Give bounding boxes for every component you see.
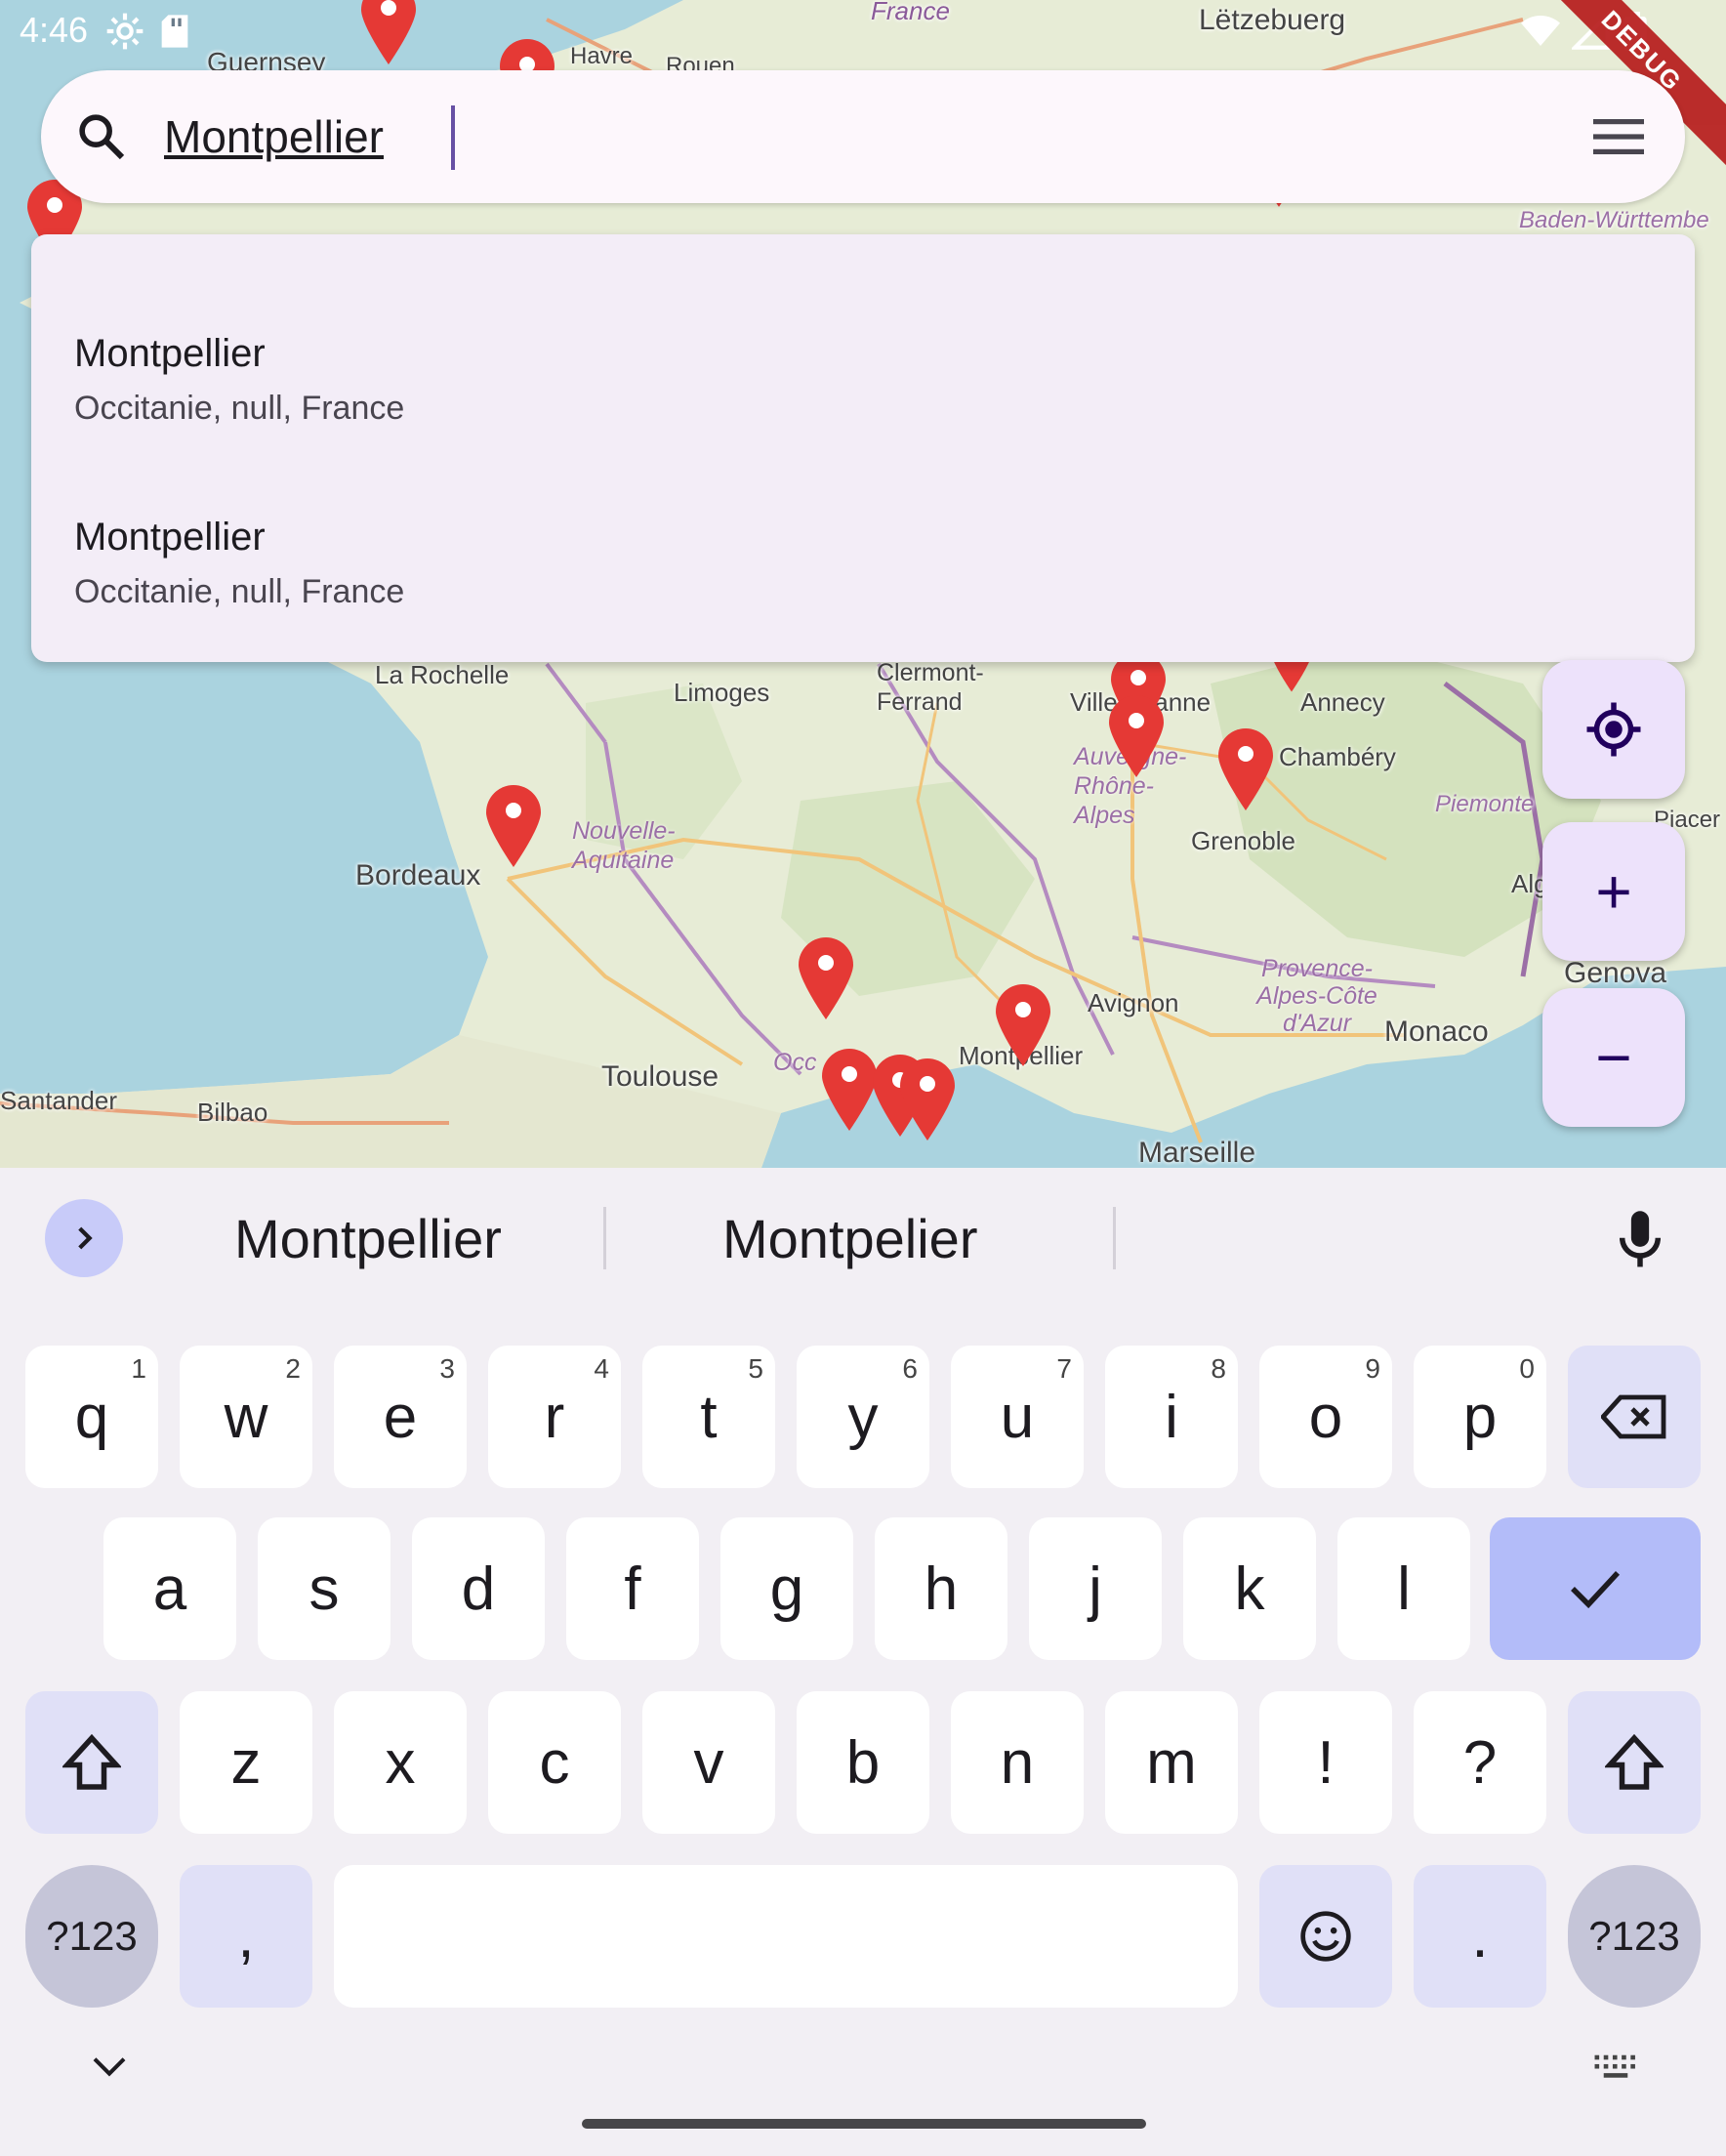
suggestion-title: Montpellier — [74, 516, 266, 559]
key-w[interactable]: w2 — [180, 1346, 312, 1488]
key-x[interactable]: x — [334, 1691, 467, 1834]
key-m[interactable]: m — [1105, 1691, 1238, 1834]
key-q[interactable]: q1 — [25, 1346, 158, 1488]
place-label: Piemonte — [1435, 791, 1535, 817]
backspace-key[interactable] — [1568, 1346, 1701, 1488]
place-label: Genova — [1564, 957, 1667, 989]
region-label: Occ — [773, 1049, 817, 1076]
key-v[interactable]: v — [642, 1691, 775, 1834]
symbols-key-right[interactable]: ?123 — [1568, 1865, 1701, 2008]
key-o[interactable]: o9 — [1259, 1346, 1392, 1488]
key-u[interactable]: u7 — [951, 1346, 1084, 1488]
key-z[interactable]: z — [180, 1691, 312, 1834]
map-marker-icon[interactable] — [1105, 691, 1168, 779]
divider — [603, 1207, 606, 1269]
place-label: Avignon — [1088, 988, 1179, 1017]
check-icon — [1571, 1571, 1621, 1609]
key-p[interactable]: p0 — [1414, 1346, 1546, 1488]
comma-key[interactable]: , — [180, 1865, 312, 2008]
region-label: Provence-Alpes-Côte d'Azur — [1256, 955, 1377, 1037]
search-icon[interactable] — [74, 109, 129, 164]
status-time: 4:46 — [20, 10, 89, 50]
microphone-icon[interactable] — [1613, 1209, 1667, 1271]
period-key[interactable]: . — [1414, 1865, 1546, 2008]
suggestion-title: Montpellier — [74, 332, 266, 375]
symbols-key[interactable]: ?123 — [25, 1865, 158, 2008]
key-s[interactable]: s — [258, 1517, 390, 1660]
shift-key-right[interactable] — [1568, 1691, 1701, 1834]
map-marker-icon[interactable] — [482, 781, 545, 869]
text-cursor — [451, 105, 455, 170]
key-f[interactable]: f — [566, 1517, 699, 1660]
key-y[interactable]: y6 — [797, 1346, 929, 1488]
key-k[interactable]: k — [1183, 1517, 1316, 1660]
enter-key[interactable] — [1490, 1517, 1701, 1660]
suggestion-item[interactable]: Montpellier Occitanie, null, France — [31, 332, 1695, 498]
key-d[interactable]: d — [412, 1517, 545, 1660]
key-exclamation[interactable]: ! — [1259, 1691, 1392, 1834]
key-j[interactable]: j — [1029, 1517, 1162, 1660]
key-t[interactable]: t5 — [642, 1346, 775, 1488]
my-location-button[interactable] — [1542, 660, 1685, 799]
key-n[interactable]: n — [951, 1691, 1084, 1834]
map-marker-icon[interactable] — [795, 933, 857, 1021]
menu-icon[interactable] — [1591, 113, 1646, 160]
place-label: Grenoble — [1191, 826, 1295, 855]
search-bar[interactable] — [41, 70, 1685, 203]
keyboard-suggestion[interactable]: Montpelier — [722, 1207, 977, 1270]
search-input[interactable] — [164, 102, 1482, 172]
zoom-out-button[interactable]: − — [1542, 988, 1685, 1127]
place-label: Bilbao — [197, 1098, 268, 1127]
map-marker-icon[interactable] — [992, 980, 1054, 1068]
key-a[interactable]: a — [103, 1517, 236, 1660]
suggestion-subtitle: Occitanie, null, France — [74, 573, 405, 610]
backspace-icon — [1601, 1394, 1666, 1439]
key-i[interactable]: i8 — [1105, 1346, 1238, 1488]
sd-card-icon — [161, 15, 188, 48]
key-g[interactable]: g — [720, 1517, 853, 1660]
keyboard-switch-icon[interactable] — [1593, 2052, 1638, 2082]
emoji-key[interactable] — [1259, 1865, 1392, 2008]
map-marker-icon[interactable] — [1214, 725, 1277, 812]
key-h[interactable]: h — [875, 1517, 1007, 1660]
wifi-icon — [1521, 16, 1560, 46]
place-label: Limoges — [674, 678, 770, 707]
status-bar: 4:46 DEBUG — [0, 0, 1726, 170]
hide-keyboard-icon[interactable] — [90, 2052, 129, 2082]
shift-key[interactable] — [25, 1691, 158, 1834]
shift-icon — [62, 1733, 121, 1790]
my-location-icon — [1586, 702, 1641, 757]
divider — [1113, 1207, 1116, 1269]
search-suggestions: Montpellier Occitanie, null, France Mont… — [31, 234, 1695, 662]
place-label: Monaco — [1384, 1016, 1489, 1048]
key-question[interactable]: ? — [1414, 1691, 1546, 1834]
keyboard-suggestion[interactable]: Montpellier — [234, 1207, 502, 1270]
place-label: Santander — [0, 1086, 117, 1115]
key-c[interactable]: c — [488, 1691, 621, 1834]
suggestion-subtitle: Occitanie, null, France — [74, 390, 405, 427]
place-label: Bordeaux — [355, 859, 481, 891]
place-label: Marseille — [1138, 1137, 1256, 1168]
place-label: Baden-Württembe — [1519, 207, 1709, 233]
shift-icon — [1605, 1733, 1664, 1790]
on-screen-keyboard: Montpellier Montpelier q1 w2 e3 r4 t5 y6… — [0, 1168, 1726, 2156]
expand-toolbar-button[interactable] — [45, 1199, 123, 1277]
key-e[interactable]: e3 — [334, 1346, 467, 1488]
key-r[interactable]: r4 — [488, 1346, 621, 1488]
key-l[interactable]: l — [1337, 1517, 1470, 1660]
suggestion-item[interactable]: Montpellier Occitanie, null, France — [31, 516, 1695, 682]
key-b[interactable]: b — [797, 1691, 929, 1834]
map-marker-icon[interactable] — [896, 1055, 959, 1142]
zoom-in-button[interactable]: + — [1542, 822, 1685, 961]
gesture-nav-handle[interactable] — [582, 2119, 1146, 2129]
keyboard-suggestion-bar: Montpellier Montpelier — [0, 1168, 1726, 1314]
place-label: Chambéry — [1279, 742, 1396, 771]
region-label: Nouvelle-Aquitaine — [572, 817, 676, 874]
chevron-right-icon — [78, 1226, 93, 1250]
emoji-icon — [1300, 1911, 1351, 1962]
place-label: Toulouse — [601, 1060, 719, 1093]
space-key[interactable] — [334, 1865, 1238, 2008]
settings-icon — [106, 13, 144, 50]
